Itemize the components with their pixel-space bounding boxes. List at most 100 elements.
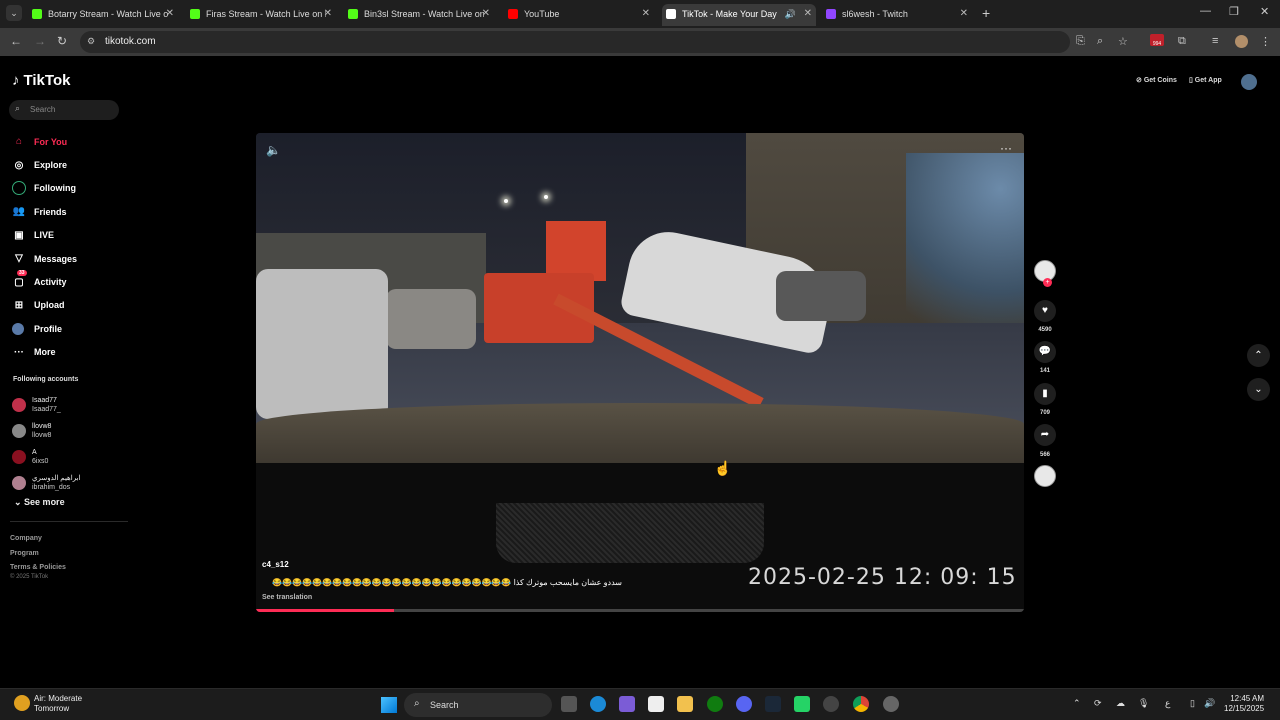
forward-icon[interactable]: → bbox=[34, 34, 46, 48]
video-author[interactable]: c4_s12 bbox=[262, 560, 289, 569]
browser-tab[interactable]: sl6wesh - Twitch ✕ bbox=[822, 4, 972, 26]
taskbar-search[interactable]: ⌕ Search bbox=[404, 693, 552, 717]
search-input[interactable]: ⌕ Search bbox=[9, 100, 119, 120]
sidebar-item-for-you[interactable]: ⌂ For You bbox=[12, 130, 77, 153]
weather-icon[interactable] bbox=[14, 695, 30, 711]
sidebar-item-activity[interactable]: ▢ 33 Activity bbox=[12, 270, 77, 293]
get-coins-button[interactable]: ⊘ Get Coins bbox=[1136, 76, 1177, 84]
sidebar-item-explore[interactable]: ◎ Explore bbox=[12, 153, 77, 176]
avatar[interactable] bbox=[1241, 74, 1257, 90]
chrome-menu-icon[interactable]: ⋮ bbox=[1260, 35, 1271, 48]
minimize-icon[interactable]: — bbox=[1200, 5, 1211, 17]
tiktok-logo[interactable]: ♪ TikTok bbox=[12, 72, 70, 89]
share-button[interactable]: ➦ bbox=[1034, 424, 1056, 446]
music-disc-avatar[interactable] bbox=[1034, 465, 1056, 487]
browser-tab[interactable]: Bin3sl Stream - Watch Live on K ✕ bbox=[344, 4, 494, 26]
network-icon[interactable]: ▯ bbox=[1190, 698, 1195, 709]
close-icon[interactable]: ✕ bbox=[166, 4, 174, 24]
follow-plus-icon[interactable]: + bbox=[1043, 278, 1052, 287]
clock-time: 12:45 AM bbox=[1230, 694, 1265, 703]
settings-gear-icon[interactable] bbox=[883, 696, 899, 712]
install-app-icon[interactable]: ⎘ bbox=[1076, 35, 1085, 48]
browser-tab-active[interactable]: TikTok - Make Your Day 🔊 ✕ bbox=[662, 4, 816, 26]
footer-links: Company Program Terms & Policies bbox=[10, 532, 66, 576]
see-translation-link[interactable]: See translation bbox=[262, 594, 312, 601]
window-close-icon[interactable]: ✕ bbox=[1260, 5, 1269, 18]
close-icon[interactable]: ✕ bbox=[324, 4, 332, 24]
more-options-icon[interactable]: ··· bbox=[1000, 141, 1012, 155]
sidebar-item-messages[interactable]: ▽ Messages bbox=[12, 247, 77, 270]
sidebar-item-profile[interactable]: Profile bbox=[12, 317, 77, 340]
edge-icon[interactable] bbox=[590, 696, 606, 712]
media-control-icon[interactable]: ≡ bbox=[1212, 35, 1218, 47]
omnibox[interactable]: ⚙ tikotok.com bbox=[80, 31, 1070, 53]
microphone-icon[interactable]: 🎙 bbox=[1138, 698, 1149, 709]
following-account[interactable]: A 6ixs0 bbox=[12, 444, 80, 470]
previous-video-button[interactable]: ⌃ bbox=[1247, 344, 1270, 367]
steam-icon[interactable] bbox=[765, 696, 781, 712]
following-account[interactable]: ابراهيم الدوسري ibrahim_dos bbox=[12, 470, 80, 496]
cloud-icon[interactable]: ☁ bbox=[1116, 698, 1125, 709]
activity-badge: 33 bbox=[17, 270, 27, 277]
volume-icon[interactable]: 🔈 bbox=[266, 143, 281, 157]
store-icon[interactable] bbox=[648, 696, 664, 712]
footer-program-link[interactable]: Program bbox=[10, 547, 66, 562]
close-icon[interactable]: ✕ bbox=[960, 4, 968, 24]
reload-icon[interactable]: ↻ bbox=[57, 34, 67, 48]
browser-tab[interactable]: YouTube ✕ bbox=[504, 4, 654, 26]
discord-icon[interactable] bbox=[736, 696, 752, 712]
get-app-button[interactable]: ▯ Get App bbox=[1189, 76, 1222, 84]
chrome-icon[interactable] bbox=[853, 696, 869, 712]
url-text[interactable]: tikotok.com bbox=[105, 36, 156, 47]
zoom-icon[interactable]: ⌕ bbox=[1097, 35, 1103, 48]
video-parked-car bbox=[776, 271, 866, 321]
close-icon[interactable]: ✕ bbox=[642, 4, 650, 24]
language-indicator[interactable]: ع bbox=[1165, 698, 1170, 709]
following-account[interactable]: llovw8 llovw8 bbox=[12, 418, 80, 444]
file-explorer-icon[interactable] bbox=[677, 696, 693, 712]
sidebar-item-live[interactable]: ▣ LIVE bbox=[12, 224, 77, 247]
following-account[interactable]: Isaad77 Isaad77_ bbox=[12, 392, 80, 418]
speaker-icon[interactable]: 🔊 bbox=[785, 4, 796, 24]
chevron-up-icon: ⌃ bbox=[1254, 350, 1263, 361]
save-button[interactable]: ▮ bbox=[1034, 383, 1056, 405]
site-info-icon[interactable]: ⚙ bbox=[87, 36, 95, 47]
comment-button[interactable]: 💬 bbox=[1034, 341, 1056, 363]
footer-company-link[interactable]: Company bbox=[10, 532, 66, 547]
volume-icon[interactable]: 🔊 bbox=[1204, 698, 1215, 709]
close-icon[interactable]: ✕ bbox=[804, 4, 812, 24]
video-progress-bar[interactable] bbox=[256, 609, 1024, 612]
sidebar-item-more[interactable]: ··· More bbox=[12, 341, 77, 364]
extensions-icon[interactable]: ⧉ bbox=[1178, 35, 1186, 48]
save-count: 709 bbox=[1039, 410, 1050, 416]
like-button[interactable]: ♥ bbox=[1034, 300, 1056, 322]
taskbar-clock[interactable]: 12:45 AM 12/15/2025 bbox=[1224, 694, 1264, 714]
tray-overflow-icon[interactable]: ⌃ bbox=[1073, 698, 1081, 709]
restore-icon[interactable]: ❐ bbox=[1229, 5, 1239, 18]
sidebar-item-following[interactable]: Following bbox=[12, 177, 77, 200]
extension-icon[interactable]: 994 bbox=[1150, 34, 1164, 47]
close-icon[interactable]: ✕ bbox=[482, 4, 490, 24]
browser-tab[interactable]: Botarry Stream - Watch Live on ✕ bbox=[28, 4, 178, 26]
browser-tab[interactable]: Firas Stream - Watch Live on Ki ✕ bbox=[186, 4, 336, 26]
app-icon[interactable] bbox=[823, 696, 839, 712]
sync-icon[interactable]: ⟳ bbox=[1094, 698, 1102, 709]
windows-start-icon[interactable] bbox=[381, 697, 397, 713]
bookmark-star-icon[interactable]: ☆ bbox=[1118, 35, 1128, 48]
video-player[interactable]: 2025-02-25 12: 09: 15 🔈 ··· c4_s12 سددو … bbox=[256, 133, 1024, 612]
new-tab-icon[interactable]: + bbox=[982, 5, 990, 21]
creator-avatar[interactable]: + bbox=[1034, 260, 1056, 287]
tab-search-dropdown[interactable]: ⌄ bbox=[6, 5, 22, 21]
task-view-icon[interactable] bbox=[561, 696, 577, 712]
see-more-button[interactable]: ⌄ See more bbox=[14, 497, 65, 508]
whatsapp-icon[interactable] bbox=[794, 696, 810, 712]
next-video-button[interactable]: ⌄ bbox=[1247, 378, 1270, 401]
xbox-icon[interactable] bbox=[707, 696, 723, 712]
search-icon: ⌕ bbox=[414, 698, 420, 709]
back-icon[interactable]: ← bbox=[10, 34, 22, 48]
copilot-icon[interactable] bbox=[619, 696, 635, 712]
browser-profile-avatar[interactable] bbox=[1235, 35, 1248, 48]
weather-widget[interactable]: Air: Moderate Tomorrow bbox=[34, 694, 82, 714]
sidebar-item-friends[interactable]: 👥 Friends bbox=[12, 200, 77, 223]
sidebar-item-upload[interactable]: ⊞ Upload bbox=[12, 294, 77, 317]
